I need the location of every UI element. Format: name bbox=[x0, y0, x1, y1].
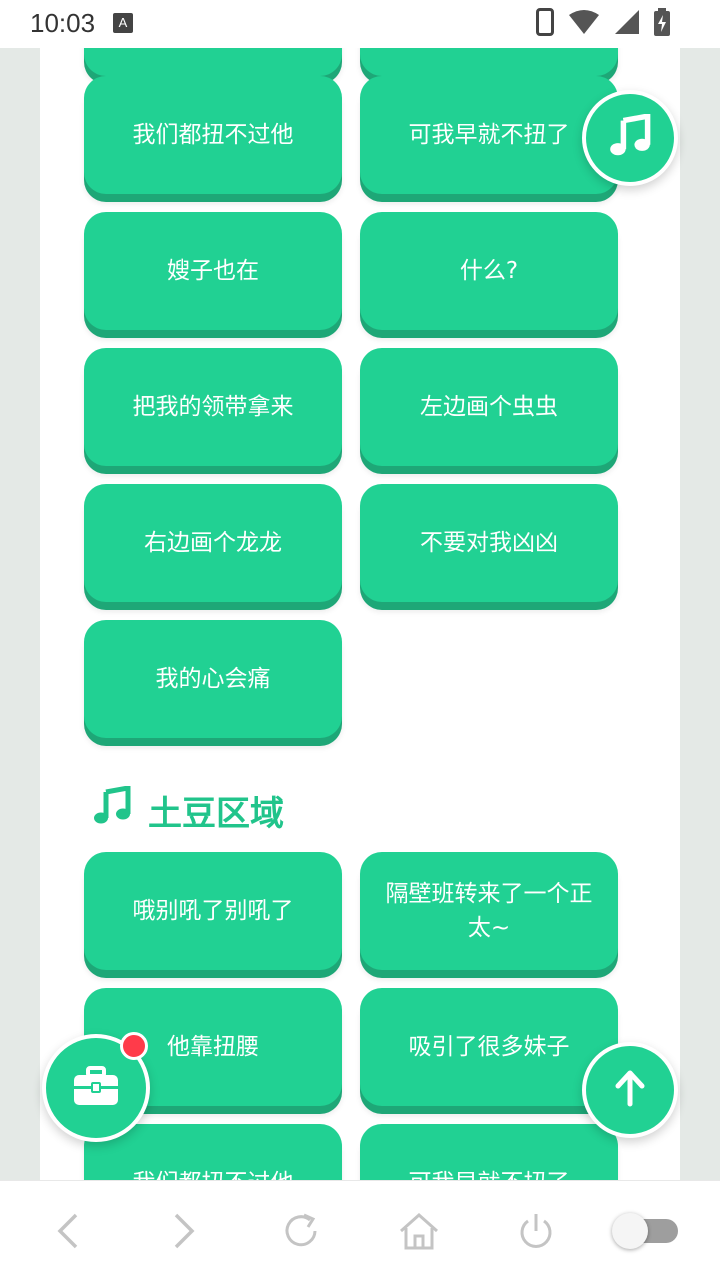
sound-button[interactable]: 我们都扭不过他 bbox=[84, 76, 342, 194]
music-note-icon bbox=[608, 112, 652, 162]
notification-icon: A bbox=[113, 13, 133, 33]
music-note-icon bbox=[92, 785, 132, 835]
status-bar: 10:03 A bbox=[0, 0, 720, 48]
sound-button[interactable]: 右边画个龙龙 bbox=[84, 484, 342, 602]
toggle-switch[interactable] bbox=[612, 1213, 678, 1249]
toggle-knob bbox=[612, 1213, 648, 1249]
forward-icon[interactable] bbox=[168, 1211, 198, 1255]
sound-button[interactable]: 不要对我凶凶 bbox=[360, 484, 618, 602]
sound-button[interactable]: 我的心会痛 bbox=[84, 620, 342, 738]
sound-button[interactable]: 可我早就不扭了 bbox=[360, 76, 618, 194]
status-time: 10:03 bbox=[30, 8, 96, 38]
sound-button[interactable]: 把我的领带拿来 bbox=[84, 348, 342, 466]
home-icon[interactable] bbox=[398, 1211, 440, 1255]
sound-button[interactable]: 左边画个虫虫 bbox=[360, 348, 618, 466]
sound-button[interactable]: 哦别吼了别吼了 bbox=[84, 852, 342, 970]
sound-button[interactable] bbox=[360, 48, 618, 76]
wifi-icon bbox=[568, 9, 600, 39]
content-area: 我们都扭不过他 可我早就不扭了 嫂子也在 什么? 把我的领带拿来 左边画个虫虫 … bbox=[40, 48, 680, 1180]
back-icon[interactable] bbox=[54, 1211, 84, 1255]
arrow-up-icon bbox=[610, 1068, 650, 1112]
toolbox-icon bbox=[73, 1066, 119, 1110]
refresh-icon[interactable] bbox=[282, 1211, 322, 1255]
battery-icon bbox=[654, 8, 670, 40]
phone-icon bbox=[536, 8, 554, 40]
bottom-nav-bar bbox=[0, 1180, 720, 1281]
notification-badge bbox=[120, 1032, 148, 1060]
sound-button[interactable]: 嫂子也在 bbox=[84, 212, 342, 330]
sound-button[interactable]: 什么? bbox=[360, 212, 618, 330]
sound-button[interactable]: 吸引了很多妹子 bbox=[360, 988, 618, 1106]
section-title: 土豆区域 bbox=[92, 785, 284, 835]
sound-button[interactable]: 隔壁班转来了一个正太~ bbox=[360, 852, 618, 970]
sound-button[interactable] bbox=[84, 48, 342, 76]
music-toggle-button[interactable] bbox=[582, 90, 678, 186]
signal-icon bbox=[614, 9, 640, 39]
status-icons bbox=[536, 8, 670, 40]
sound-button[interactable]: 可我早就不扭了 bbox=[360, 1124, 618, 1180]
scroll-top-button[interactable] bbox=[582, 1042, 678, 1138]
power-icon[interactable] bbox=[516, 1211, 556, 1255]
